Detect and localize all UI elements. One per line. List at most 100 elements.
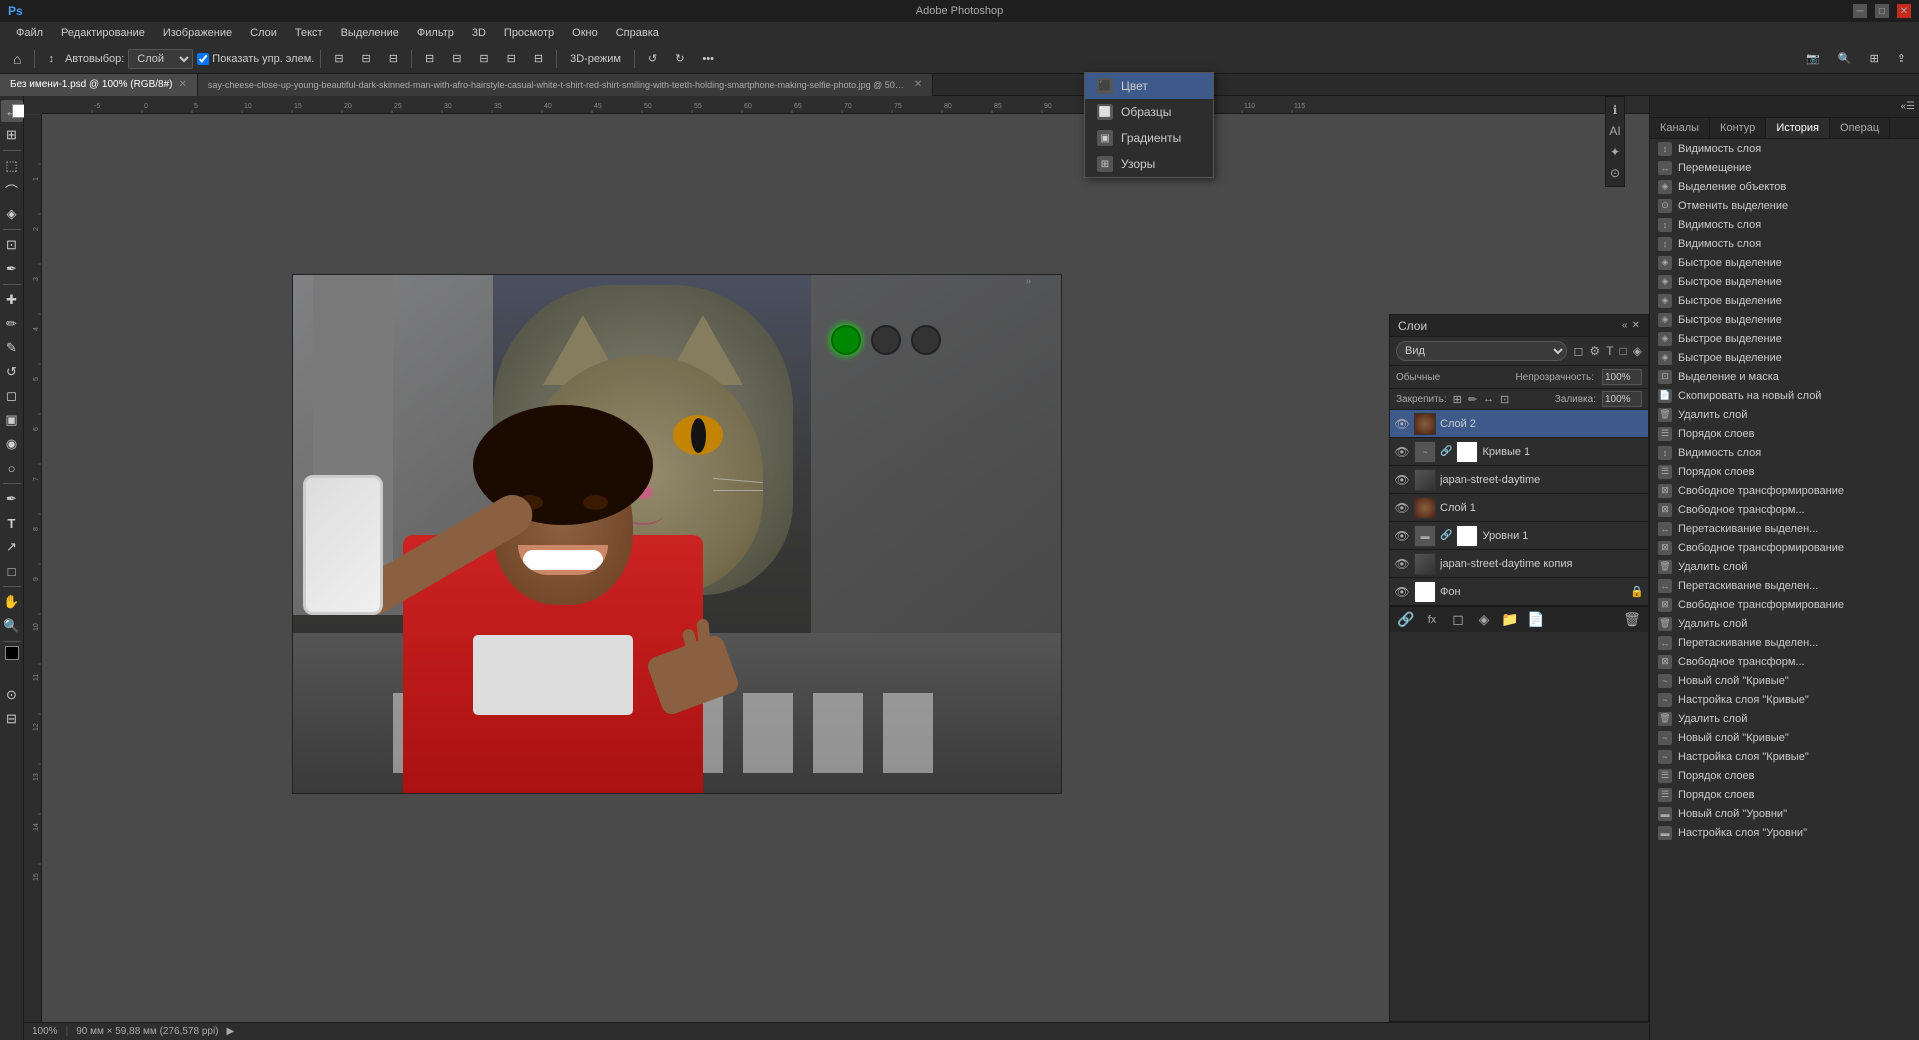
- history-item-20[interactable]: ⊠ Свободное трансформ...: [1650, 500, 1919, 519]
- healing-tool[interactable]: ✚: [1, 289, 23, 311]
- menu-window[interactable]: Окно: [564, 25, 606, 41]
- history-item-25[interactable]: ⊠ Свободное трансформирование: [1650, 595, 1919, 614]
- history-item-29[interactable]: ~ Новый слой "Кривые": [1650, 671, 1919, 690]
- layer-filter-adjustment[interactable]: ⚙: [1589, 344, 1600, 358]
- history-item-3[interactable]: ◈ Выделение объектов: [1650, 177, 1919, 196]
- history-item-33[interactable]: ~ Настройка слоя "Кривые": [1650, 747, 1919, 766]
- quick-mask-btn[interactable]: ⊙: [1, 684, 23, 706]
- ai-select-btn[interactable]: ⊙: [1606, 164, 1624, 182]
- layer-vis-japan-copy[interactable]: 👁: [1394, 556, 1410, 572]
- workspace-btn[interactable]: ⊞: [1863, 49, 1886, 68]
- zoom-tool[interactable]: 🔍: [1, 615, 23, 637]
- crop-tool[interactable]: ⊡: [1, 234, 23, 256]
- menu-select[interactable]: Выделение: [333, 25, 407, 41]
- gradient-tool[interactable]: ▣: [1, 409, 23, 431]
- layer-adjustment-btn[interactable]: ◈: [1474, 610, 1494, 630]
- layers-panel-close[interactable]: ✕: [1632, 320, 1640, 331]
- lock-artboards-btn[interactable]: ⊡: [1500, 393, 1509, 406]
- blur-tool[interactable]: ◉: [1, 433, 23, 455]
- history-item-8[interactable]: ◈ Быстрое выделение: [1650, 272, 1919, 291]
- panel-menu-btn[interactable]: ☰: [1906, 101, 1915, 112]
- artboard-tool[interactable]: ⊞: [1, 124, 23, 146]
- tab-channels[interactable]: Каналы: [1650, 118, 1710, 139]
- menu-file[interactable]: Файл: [8, 25, 51, 41]
- fill-input[interactable]: [1602, 391, 1642, 407]
- tab-history[interactable]: История: [1766, 118, 1830, 139]
- tab-2-close[interactable]: ✕: [914, 79, 922, 90]
- ai-info-btn[interactable]: ℹ: [1606, 101, 1624, 119]
- menu-3d[interactable]: 3D: [464, 25, 494, 41]
- dropdown-item-gradients[interactable]: ▣ Градиенты: [1085, 125, 1213, 151]
- layer-link-btn[interactable]: 🔗: [1396, 610, 1416, 630]
- layers-panel-expand[interactable]: «: [1622, 320, 1628, 331]
- dodge-tool[interactable]: ○: [1, 457, 23, 479]
- menu-filter[interactable]: Фильтр: [409, 25, 462, 41]
- title-bar-controls[interactable]: ─ □ ✕: [1853, 4, 1911, 18]
- menu-view[interactable]: Просмотр: [496, 25, 562, 41]
- history-item-5[interactable]: ↕ Видимость слоя: [1650, 215, 1919, 234]
- layer-group-btn[interactable]: 📁: [1500, 610, 1520, 630]
- layer-vis-sloy1[interactable]: 👁: [1394, 500, 1410, 516]
- history-item-2[interactable]: ↔ Перемещение: [1650, 158, 1919, 177]
- history-item-37[interactable]: ▬ Настройка слоя "Уровни": [1650, 823, 1919, 842]
- menu-edit[interactable]: Редактирование: [53, 25, 153, 41]
- opacity-input[interactable]: [1602, 369, 1642, 385]
- dropdown-item-color[interactable]: ⬛ Цвет: [1085, 73, 1213, 99]
- layer-filter-pixel[interactable]: ◻: [1573, 344, 1583, 358]
- history-item-24[interactable]: ↔ Перетаскивание выделен...: [1650, 576, 1919, 595]
- layer-row-sloy1[interactable]: 👁 Слой 1: [1390, 494, 1648, 522]
- move-tool-btn[interactable]: ↕: [41, 50, 61, 68]
- history-item-19[interactable]: ⊠ Свободное трансформирование: [1650, 481, 1919, 500]
- history-brush-tool[interactable]: ↺: [1, 361, 23, 383]
- align-top[interactable]: ⊟: [418, 49, 441, 68]
- dropdown-item-samples[interactable]: ⬜ Образцы: [1085, 99, 1213, 125]
- delete-layer-btn[interactable]: 🗑: [1622, 610, 1642, 630]
- extras-btn[interactable]: •••: [695, 50, 721, 68]
- history-item-12[interactable]: ◈ Быстрое выделение: [1650, 348, 1919, 367]
- path-select-tool[interactable]: ↗: [1, 536, 23, 558]
- minimize-btn[interactable]: ─: [1853, 4, 1867, 18]
- history-item-17[interactable]: ↕ Видимость слоя: [1650, 443, 1919, 462]
- brush-tool[interactable]: ✏: [1, 313, 23, 335]
- background-color-swatch[interactable]: [12, 104, 24, 118]
- clone-stamp-tool[interactable]: ✎: [1, 337, 23, 359]
- history-item-22[interactable]: ⊠ Свободное трансформирование: [1650, 538, 1919, 557]
- history-item-36[interactable]: ▬ Новый слой "Уровни": [1650, 804, 1919, 823]
- eyedropper-tool[interactable]: ✒: [1, 258, 23, 280]
- layer-vis-sloy2[interactable]: 👁: [1394, 416, 1410, 432]
- foreground-color-swatch[interactable]: [5, 646, 19, 660]
- layer-vis-japan[interactable]: 👁: [1394, 472, 1410, 488]
- maximize-btn[interactable]: □: [1875, 4, 1889, 18]
- search-toolbar-btn[interactable]: 🔍: [1831, 49, 1859, 68]
- history-item-27[interactable]: ↔ Перетаскивание выделен...: [1650, 633, 1919, 652]
- tab-operations[interactable]: Операц: [1830, 118, 1890, 139]
- layer-row-japan-copy[interactable]: 👁 japan-street-daytime копия: [1390, 550, 1648, 578]
- layer-row-sloy2[interactable]: 👁 Слой 2: [1390, 410, 1648, 438]
- lock-image-btn[interactable]: ✏: [1468, 393, 1477, 406]
- layer-row-fon[interactable]: 👁 Фон 🔒: [1390, 578, 1648, 606]
- align-left[interactable]: ⊟: [327, 49, 350, 68]
- history-item-21[interactable]: ↔ Перетаскивание выделен...: [1650, 519, 1919, 538]
- align-extra2[interactable]: ⊟: [527, 49, 550, 68]
- align-bottom[interactable]: ⊟: [472, 49, 495, 68]
- marquee-tool[interactable]: ⬚: [1, 155, 23, 177]
- history-item-26[interactable]: 🗑 Удалить слой: [1650, 614, 1919, 633]
- menu-text[interactable]: Текст: [287, 25, 331, 41]
- autofill-select[interactable]: Слой Группа: [128, 49, 193, 69]
- history-item-30[interactable]: ~ Настройка слоя "Кривые": [1650, 690, 1919, 709]
- tab-contour[interactable]: Контур: [1710, 118, 1766, 139]
- history-item-31[interactable]: 🗑 Удалить слой: [1650, 709, 1919, 728]
- show-transform-label[interactable]: Показать упр. элем.: [197, 53, 314, 65]
- menu-image[interactable]: Изображение: [155, 25, 240, 41]
- ai-tool-btn[interactable]: AI: [1606, 122, 1624, 140]
- rotate-cw-btn[interactable]: ↻: [668, 49, 691, 68]
- history-item-10[interactable]: ◈ Быстрое выделение: [1650, 310, 1919, 329]
- rectangle-tool[interactable]: □: [1, 560, 23, 582]
- menu-layers[interactable]: Слои: [242, 25, 285, 41]
- history-item-7[interactable]: ◈ Быстрое выделение: [1650, 253, 1919, 272]
- history-item-6[interactable]: ↕ Видимость слоя: [1650, 234, 1919, 253]
- history-item-32[interactable]: ~ Новый слой "Кривые": [1650, 728, 1919, 747]
- dropdown-item-patterns[interactable]: ⊞ Узоры: [1085, 151, 1213, 177]
- text-tool[interactable]: T: [1, 512, 23, 534]
- pen-tool[interactable]: ✒: [1, 488, 23, 510]
